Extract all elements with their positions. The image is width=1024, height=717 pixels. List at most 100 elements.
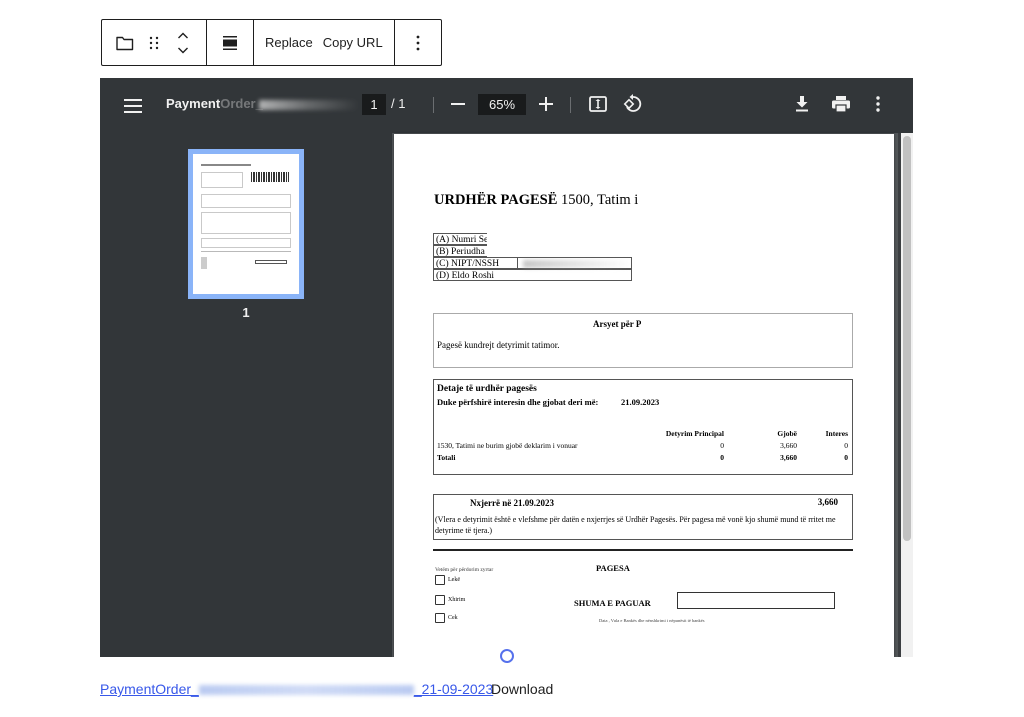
download-file-button[interactable]: Download <box>491 681 553 697</box>
move-up-down-button[interactable] <box>169 20 198 65</box>
drag-handle-button[interactable] <box>139 20 168 65</box>
thumbnail-reasons-box <box>201 194 291 208</box>
reasons-text: Pagesë kundrejt detyrimit tatimor. <box>437 340 560 350</box>
zoom-out-button[interactable] <box>449 93 467 115</box>
menu-button[interactable] <box>122 95 144 117</box>
info-row-serial: (A) Numri Se <box>433 233 487 245</box>
block-toolbar-group-transform <box>102 20 207 65</box>
total-row-label: Totali <box>437 453 456 462</box>
document-title: PaymentOrder_ <box>166 96 359 111</box>
table-row-fine: 3,660 <box>780 441 797 450</box>
payment-order-title-bold: URDHËR PAGESË <box>434 192 558 208</box>
more-vertical-icon <box>876 96 880 112</box>
payment-details-box: Detaje të urdhër pagesës Duke përfshirë … <box>433 379 853 475</box>
block-toolbar-group-align <box>207 20 254 65</box>
copy-url-button[interactable]: Copy URL <box>318 20 388 65</box>
info-row-name: (D) Eldo Roshi <box>433 269 632 281</box>
redacted-filename <box>198 685 414 696</box>
info-row-period: (B) Periudha t <box>433 245 487 257</box>
print-button[interactable] <box>830 94 852 114</box>
payment-reasons-box: Arsyet për P Pagesë kundrejt detyrimit t… <box>433 313 853 368</box>
rotate-icon <box>623 94 642 112</box>
thumbnail-page-number: 1 <box>242 305 250 320</box>
document-title-text: Payment <box>166 96 221 111</box>
hamburger-menu-icon <box>124 99 142 113</box>
more-options-icon <box>416 35 420 50</box>
checkbox-label: Xhirim <box>448 597 466 603</box>
bank-stamp-note: Data , Vula e Bankës dhe nënshkrimi i në… <box>599 618 705 623</box>
document-viewport: URDHËR PAGESË 1500, Tatim i M (A) Numri … <box>392 133 913 657</box>
total-row-principal: 0 <box>720 453 724 462</box>
loading-spinner-icon <box>500 649 514 663</box>
zoom-in-button[interactable] <box>537 93 555 115</box>
align-icon <box>223 35 237 50</box>
more-options-button[interactable] <box>416 20 420 65</box>
replace-button[interactable]: Replace <box>260 20 318 65</box>
block-toolbar-group-actions: Replace Copy URL <box>254 20 395 65</box>
download-button[interactable] <box>792 94 812 114</box>
page-number-input[interactable]: 1 <box>362 94 386 115</box>
file-name-prefix: PaymentOrder_ <box>100 681 199 697</box>
thumbnail-sidebar: 1 <box>100 133 392 657</box>
zoom-level-input[interactable]: 65% <box>478 94 526 115</box>
issued-date-heading: Nxjerrë në 21.09.2023 <box>470 498 554 508</box>
block-toolbar-group-more <box>395 20 441 65</box>
document-title-fade: Order_ <box>220 96 263 111</box>
rotate-button[interactable] <box>622 93 644 115</box>
page-count: / 1 <box>391 96 406 111</box>
checkbox-square <box>435 595 445 605</box>
vertical-scrollbar[interactable] <box>898 133 913 657</box>
file-name-suffix: _21-09-2023 <box>413 681 494 697</box>
payment-heading: PAGESA <box>596 563 630 573</box>
thumbnail-info-box <box>201 172 243 188</box>
total-row-interest: 0 <box>844 453 848 462</box>
file-name-link[interactable]: PaymentOrder_ _21-09-2023 <box>100 681 493 697</box>
redacted-nipt <box>523 260 633 268</box>
thumbnail-page-preview <box>193 154 299 294</box>
block-toolbar: Replace Copy URL <box>101 19 442 66</box>
checkbox-cash[interactable]: Lekë <box>435 575 460 585</box>
total-row-fine: 3,660 <box>780 453 797 462</box>
table-row-label: 1530, Tatimi ne burim gjobë deklarim i v… <box>437 441 578 450</box>
pdf-page: URDHËR PAGESË 1500, Tatim i M (A) Numri … <box>394 134 894 657</box>
fit-to-page-button[interactable] <box>588 94 608 114</box>
amount-paid-field[interactable] <box>677 592 835 609</box>
thumbnail-checkboxes <box>201 257 207 269</box>
checkbox-label: Cek <box>448 615 458 621</box>
viewer-more-actions-button[interactable] <box>872 94 884 114</box>
details-heading: Detaje të urdhër pagesës <box>437 384 537 394</box>
thumbnail-title-line <box>201 164 251 166</box>
payment-order-title-rest: 1500, Tatim i M <box>561 192 639 208</box>
page-thumbnail[interactable] <box>188 149 304 299</box>
info-cell-divider <box>517 258 518 268</box>
align-button[interactable] <box>222 20 238 65</box>
details-subheading: Duke përfshirë interesin dhe gjobat deri… <box>437 397 599 407</box>
checkbox-square <box>435 575 445 585</box>
amount-paid-label: SHUMA E PAGUAR <box>574 598 651 608</box>
print-icon <box>832 96 850 113</box>
file-block-type-button[interactable] <box>110 20 139 65</box>
drag-handle-icon <box>149 36 159 49</box>
checkbox-transfer[interactable]: Xhirim <box>435 595 465 605</box>
office-use-label: Vetëm për përdorim zyrtar <box>435 567 494 573</box>
table-row-interest: 0 <box>844 441 848 450</box>
redacted-text <box>258 99 359 110</box>
pdf-viewer: PaymentOrder_ 1 / 1 65% 1 URDHËR PAGESË … <box>100 78 913 657</box>
section-divider <box>433 549 853 551</box>
issued-note: (Vlera e detyrimit është e vlefshme për … <box>435 515 836 535</box>
checkbox-cheque[interactable]: Cek <box>435 613 458 623</box>
fit-page-icon <box>589 96 607 112</box>
toolbar-divider <box>570 97 571 113</box>
toolbar-divider <box>433 97 434 113</box>
minus-icon <box>451 103 465 105</box>
checkbox-label: Lekë <box>448 577 460 583</box>
issued-box: Nxjerrë në 21.09.2023 3,660 (Vlera e det… <box>433 494 853 540</box>
reasons-heading: Arsyet për P <box>593 319 641 329</box>
plus-icon <box>539 97 553 111</box>
thumbnail-barcode <box>251 172 289 182</box>
scrollbar-thumb[interactable] <box>903 136 911 541</box>
thumbnail-details-box <box>201 212 291 234</box>
column-header-principal: Detyrim Principal <box>665 429 724 438</box>
issued-amount: 3,660 <box>817 497 838 507</box>
thumbnail-issued-box <box>201 238 291 248</box>
